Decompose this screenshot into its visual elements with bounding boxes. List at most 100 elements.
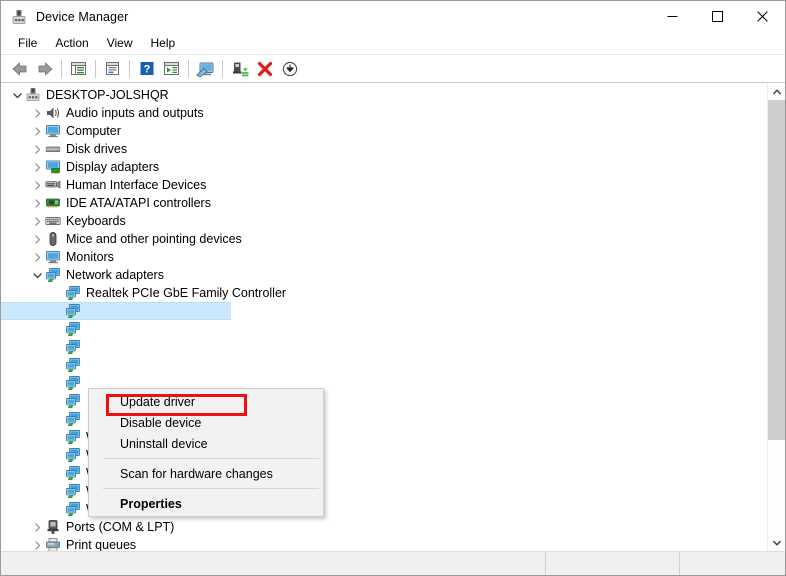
network-adapter-icon [65,375,81,391]
status-pane-3 [680,552,785,575]
tree-row-11[interactable]: Realtek PCIe GbE Family Controller [1,284,767,302]
tree-row-10[interactable]: Network adapters [1,266,767,284]
tree-row-label: Monitors [66,250,114,264]
network-adapter-icon [65,393,81,409]
network-adapter-icon [65,339,81,355]
toolbar: ? [1,55,785,83]
tree-row-3[interactable]: Disk drives [1,140,767,158]
device-manager-icon [10,8,28,26]
tree-row-4[interactable]: Display adapters [1,158,767,176]
context-menu-item-scan-for-hardware-changes[interactable]: Scan for hardware changes [89,463,323,484]
disable-device-icon[interactable] [277,57,302,80]
toolbar-separator-5 [222,59,223,78]
content-area: DESKTOP-JOLSHQR Audio inputs and outputs [1,83,785,551]
forward-icon[interactable] [32,57,57,80]
tree-row-2[interactable]: Computer [1,122,767,140]
tree-row-label: IDE ATA/ATAPI controllers [66,196,211,210]
chevron-right-icon[interactable] [29,198,45,208]
monitor-icon [45,249,61,265]
chevron-right-icon[interactable] [29,162,45,172]
device-tree[interactable]: DESKTOP-JOLSHQR Audio inputs and outputs [1,83,767,551]
tree-row-6[interactable]: IDE ATA/ATAPI controllers [1,194,767,212]
update-driver-icon[interactable] [227,57,252,80]
toolbar-separator-2 [95,59,96,78]
properties-icon[interactable] [100,57,125,80]
chevron-right-icon[interactable] [29,234,45,244]
chevron-right-icon[interactable] [29,144,45,154]
port-icon [45,519,61,535]
tree-row-24[interactable]: Ports (COM & LPT) [1,518,767,536]
network-adapter-icon [65,501,81,517]
tree-row-5[interactable]: Human Interface Devices [1,176,767,194]
tree-row-7[interactable]: Keyboards [1,212,767,230]
context-menu-item-update-driver[interactable]: Update driver [89,391,323,412]
tree-row-label: Realtek PCIe GbE Family Controller [86,286,287,300]
tree-row-8[interactable]: Mice and other pointing devices [1,230,767,248]
network-adapter-icon [45,267,61,283]
menu-help[interactable]: Help [142,34,185,53]
maximize-button[interactable] [695,1,740,32]
network-adapter-icon [65,429,81,445]
status-pane-2 [546,552,680,575]
status-bar [1,551,785,575]
chevron-right-icon[interactable] [29,522,45,532]
chevron-right-icon[interactable] [29,216,45,226]
chevron-right-icon[interactable] [29,252,45,262]
ide-controller-icon [45,195,61,211]
vertical-scrollbar[interactable] [767,83,785,551]
disk-drive-icon [45,141,61,157]
scroll-up-arrow-icon[interactable] [768,83,785,100]
tree-row-14[interactable] [1,338,767,356]
minimize-button[interactable] [650,1,695,32]
mouse-icon [45,231,61,247]
toolbar-separator-1 [61,59,62,78]
context-menu-separator-1 [103,458,319,459]
context-menu-item-disable-device[interactable]: Disable device [89,412,323,433]
tree-row-label: Mice and other pointing devices [66,232,242,246]
network-adapter-icon [65,447,81,463]
network-adapter-icon [65,321,81,337]
tree-row-label: DESKTOP-JOLSHQR [46,88,169,102]
context-menu-separator-2 [103,488,319,489]
help-icon[interactable]: ? [134,57,159,80]
tree-row-label: Print queues [66,538,137,551]
scroll-down-arrow-icon[interactable] [768,534,785,551]
tree-row-0[interactable]: DESKTOP-JOLSHQR [1,86,767,104]
menu-file[interactable]: File [9,34,46,53]
tree-row-12[interactable] [1,302,767,320]
tree-row-label: Audio inputs and outputs [66,106,204,120]
scrollbar-thumb[interactable] [768,100,785,440]
uninstall-device-icon[interactable] [252,57,277,80]
tree-row-label: Network adapters [66,268,164,282]
menu-action[interactable]: Action [46,34,97,53]
printer-icon [45,537,61,551]
scan-hardware-changes-icon[interactable] [193,57,218,80]
network-adapter-icon [65,357,81,373]
chevron-right-icon[interactable] [29,126,45,136]
menu-bar: File Action View Help [1,32,785,55]
tree-row-1[interactable]: Audio inputs and outputs [1,104,767,122]
tree-row-9[interactable]: Monitors [1,248,767,266]
back-icon[interactable] [7,57,32,80]
chevron-right-icon[interactable] [29,540,45,550]
chevron-down-icon[interactable] [29,271,45,280]
computer-root-icon [25,87,41,103]
context-menu-item-properties[interactable]: Properties [89,493,323,514]
tree-row-25[interactable]: Print queues [1,536,767,551]
chevron-right-icon[interactable] [29,180,45,190]
action-menu-icon[interactable] [159,57,184,80]
chevron-down-icon[interactable] [9,91,25,100]
display-adapter-icon [45,159,61,175]
menu-view[interactable]: View [98,34,142,53]
close-button[interactable] [740,1,785,32]
context-menu[interactable]: Update driver Disable device Uninstall d… [88,388,324,517]
tree-row-13[interactable] [1,320,767,338]
keyboard-icon [45,213,61,229]
show-hide-console-tree-icon[interactable] [66,57,91,80]
monitor-icon [45,123,61,139]
chevron-right-icon[interactable] [29,108,45,118]
tree-row-15[interactable] [1,356,767,374]
context-menu-item-uninstall-device[interactable]: Uninstall device [89,433,323,454]
hid-icon [45,177,61,193]
window-controls [650,1,785,32]
